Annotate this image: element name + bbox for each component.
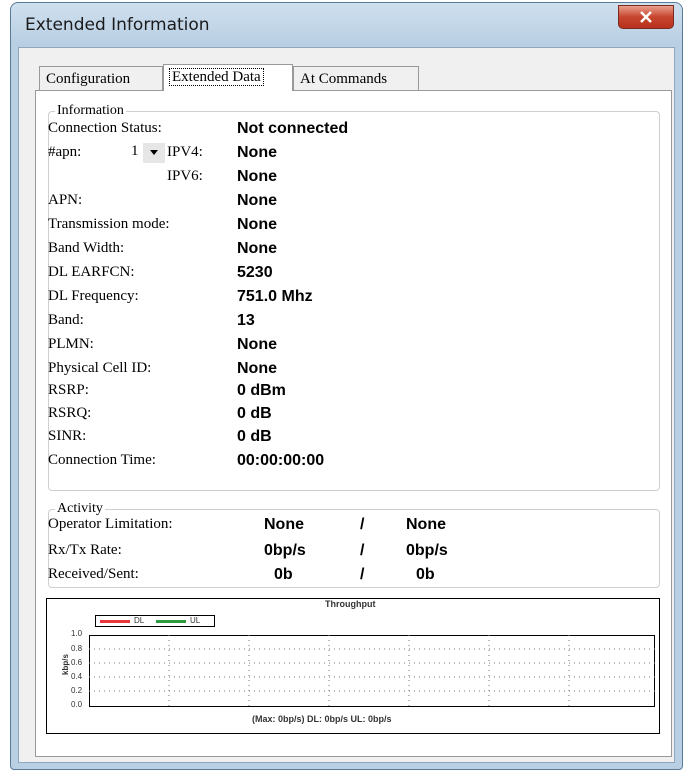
apn-index-select[interactable]: 1	[131, 143, 165, 163]
extended-information-window: Extended Information Configuration Exten…	[10, 2, 683, 770]
tab-extended-data-label: Extended Data	[169, 68, 264, 86]
band-label: Band:	[48, 312, 84, 328]
plmn-value: None	[237, 336, 277, 353]
received-value: 0b	[274, 566, 293, 583]
operator-limitation-ul: None	[406, 516, 446, 533]
activity-group-title: Activity	[55, 501, 105, 517]
information-group-title: Information	[55, 103, 126, 119]
received-sent-separator: /	[360, 566, 365, 583]
ipv4-label: IPV4:	[167, 144, 203, 160]
transmission-mode-value: None	[237, 216, 277, 233]
physical-cell-id-value: None	[237, 360, 277, 377]
apn-value: None	[237, 192, 277, 209]
tab-configuration[interactable]: Configuration	[39, 66, 163, 90]
transmission-mode-label: Transmission mode:	[48, 216, 170, 232]
connection-time-value: 00:00:00:00	[237, 452, 325, 469]
tab-extended-data[interactable]: Extended Data	[163, 64, 293, 91]
rx-tx-rate-label: Rx/Tx Rate:	[48, 542, 122, 558]
connection-status-value: Not connected	[237, 120, 349, 137]
rx-tx-rate-separator: /	[360, 542, 365, 559]
y-tick-0-6: 0.6	[71, 658, 83, 667]
band-width-label: Band Width:	[48, 240, 125, 256]
operator-limitation-dl: None	[264, 516, 304, 533]
apn-index-value: 1	[131, 143, 139, 159]
chart-title: Throughput	[325, 599, 376, 609]
legend-ul-swatch	[156, 620, 186, 623]
chart-legend: DL UL	[95, 615, 215, 627]
apn-index-label: #apn:	[48, 144, 82, 160]
ipv6-value: None	[237, 168, 277, 185]
rsrq-value: 0 dB	[237, 405, 272, 422]
dl-earfcn-label: DL EARFCN:	[48, 264, 135, 280]
legend-ul-label: UL	[190, 616, 201, 625]
sent-value: 0b	[416, 566, 435, 583]
legend-dl-swatch	[100, 620, 130, 623]
connection-time-label: Connection Time:	[48, 452, 156, 468]
tab-at-commands[interactable]: At Commands	[293, 66, 419, 90]
sinr-label: SINR:	[48, 428, 87, 444]
y-tick-0-8: 0.8	[71, 644, 83, 653]
y-tick-0-4: 0.4	[71, 672, 83, 681]
rsrq-label: RSRQ:	[48, 405, 92, 421]
tab-at-commands-label: At Commands	[300, 71, 388, 87]
chart-caption: (Max: 0bp/s) DL: 0bp/s UL: 0bp/s	[252, 714, 392, 724]
close-icon	[640, 11, 652, 23]
ipv6-label: IPV6:	[167, 168, 203, 184]
window-title: Extended Information	[25, 15, 210, 35]
y-tick-1-0: 1.0	[71, 629, 83, 638]
tx-rate-value: 0bp/s	[406, 542, 448, 559]
operator-limitation-separator: /	[360, 516, 365, 533]
throughput-chart: Throughput DL UL kbp/s 1.0 0.8 0.6 0.4 0…	[46, 598, 660, 734]
band-width-value: None	[237, 240, 277, 257]
rsrp-value: 0 dBm	[237, 382, 286, 399]
rx-rate-value: 0bp/s	[264, 542, 306, 559]
received-sent-label: Received/Sent:	[48, 566, 139, 582]
y-tick-0-0: 0.0	[71, 700, 83, 709]
plot-area	[89, 635, 655, 707]
operator-limitation-label: Operator Limitation:	[48, 516, 173, 532]
title-bar[interactable]: Extended Information	[11, 3, 682, 47]
rsrp-label: RSRP:	[48, 382, 89, 398]
tab-configuration-label: Configuration	[46, 71, 131, 87]
extended-data-panel: Information Connection Status: Not conne…	[35, 90, 672, 757]
connection-status-label: Connection Status:	[48, 120, 162, 136]
dl-frequency-value: 751.0 Mhz	[237, 288, 313, 305]
y-tick-0-2: 0.2	[71, 686, 83, 695]
chevron-down-icon	[150, 150, 158, 155]
plmn-label: PLMN:	[48, 336, 94, 352]
sinr-value: 0 dB	[237, 428, 272, 445]
dl-frequency-label: DL Frequency:	[48, 288, 139, 304]
close-button[interactable]	[618, 5, 674, 29]
apn-dropdown-button[interactable]	[143, 143, 165, 163]
y-axis-label: kbp/s	[60, 654, 70, 675]
window-client: Configuration Extended Data At Commands …	[18, 47, 675, 763]
ipv4-value: None	[237, 144, 277, 161]
information-group: Information	[48, 103, 660, 491]
physical-cell-id-label: Physical Cell ID:	[48, 360, 152, 376]
legend-dl-label: DL	[134, 616, 145, 625]
band-value: 13	[237, 312, 255, 329]
dl-earfcn-value: 5230	[237, 264, 273, 281]
apn-label: APN:	[48, 192, 83, 208]
